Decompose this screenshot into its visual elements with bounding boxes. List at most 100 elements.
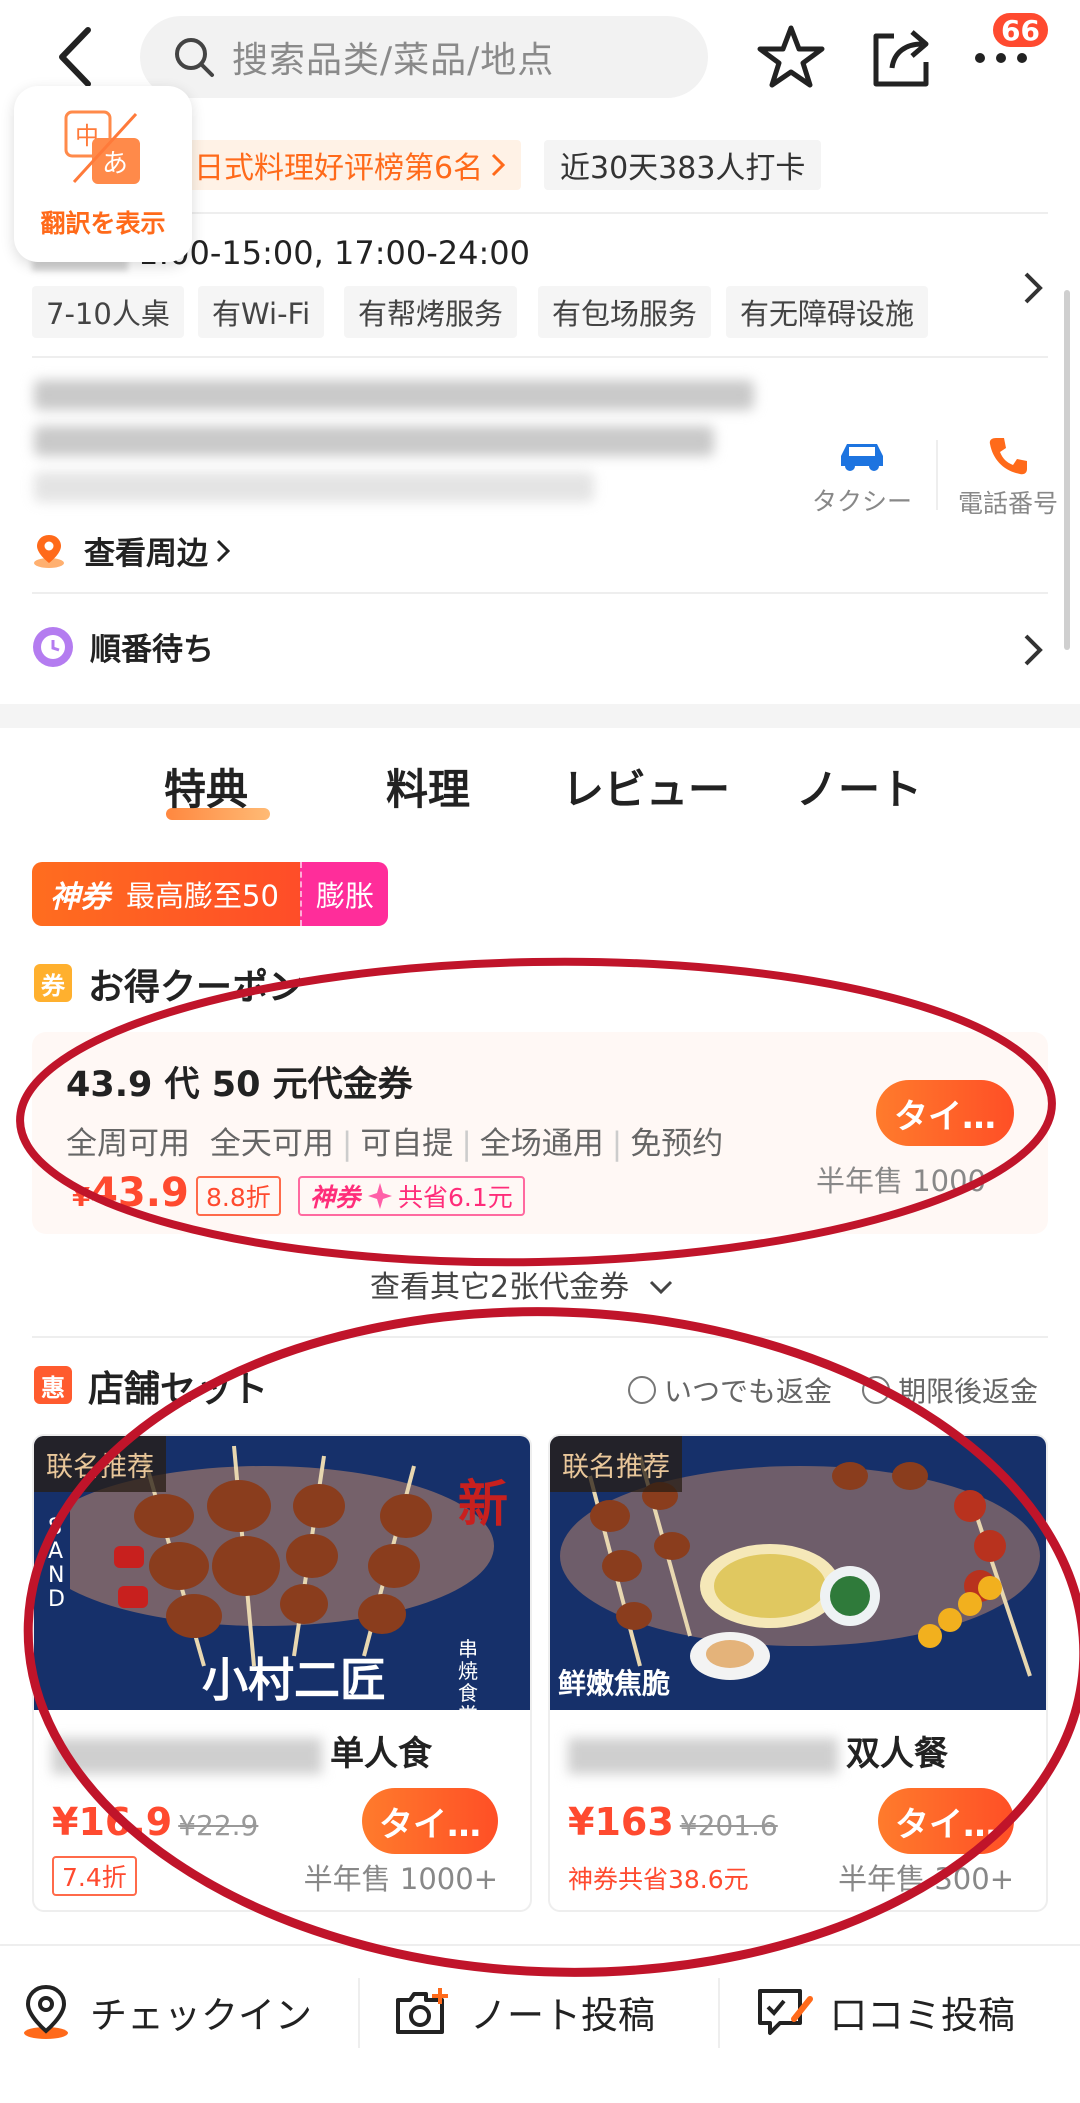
set-meal-image: S A N D 新 小村二匠 串焼食堂 联名推荐 — [34, 1436, 530, 1710]
coupon-save-text: 共省6.1元 — [398, 1183, 513, 1212]
coupon-price: ¥43.9 — [72, 1170, 189, 1216]
promo-max-text: 最高膨至50 — [126, 879, 279, 913]
refund-anytime: いつでも返金 — [628, 1370, 832, 1410]
coupon-sold-count: 半年售 1000 — [816, 1164, 987, 1198]
set-name-suffix: 双人餐 — [846, 1734, 948, 1774]
feature-tag: 有帮烤服务 — [344, 286, 518, 338]
hours-text: 1:00-15:00, 17:00-24:00 — [138, 234, 530, 272]
more-coupons-link[interactable]: 查看其它2张代金券 — [370, 1262, 675, 1306]
shenquan-promo-banner[interactable]: 神券 最高膨至50 — [32, 862, 300, 926]
back-arrow-icon[interactable] — [48, 22, 108, 92]
feature-tag: 有包场服务 — [538, 286, 712, 338]
feature-tag: 7-10人桌 — [32, 286, 184, 338]
tab-reviews[interactable]: レビュー — [562, 756, 730, 817]
set-original-price: ¥22.9 — [178, 1809, 259, 1842]
section-separator — [0, 704, 1080, 728]
tab-notes[interactable]: ノート — [796, 756, 922, 817]
tab-menu[interactable]: 料理 — [386, 756, 470, 817]
divider — [32, 1336, 1048, 1338]
phone-button[interactable]: 電話番号 — [948, 434, 1068, 520]
divider — [358, 1978, 360, 2048]
blurred-name — [568, 1737, 838, 1774]
queue-row[interactable]: 順番待ち — [32, 624, 214, 669]
translate-label: 翻訳を表示 — [40, 209, 166, 238]
blurred-address-line — [34, 472, 594, 502]
brand-art-subtext: 串焼食堂 — [458, 1637, 478, 1710]
checkin-button[interactable]: チェックイン — [20, 1972, 312, 2052]
scrollbar[interactable] — [1064, 290, 1070, 650]
set-buy-button[interactable]: タイ… — [878, 1788, 1014, 1854]
refund-expired: 期限後返金 — [862, 1370, 1038, 1410]
set-buy-button[interactable]: タイ… — [362, 1788, 498, 1854]
divider — [32, 592, 1048, 594]
translate-button[interactable]: 中 あ 翻訳を表示 — [14, 86, 192, 262]
collab-recommend-tag: 联名推荐 — [34, 1436, 166, 1492]
set-price: ¥163 ¥201.6 — [568, 1800, 778, 1844]
car-icon — [841, 444, 883, 471]
check-circle-icon — [628, 1376, 656, 1404]
check-circle-icon — [862, 1376, 890, 1404]
search-input[interactable]: 搜索品类/菜品/地点 — [140, 16, 708, 98]
set-meal-card[interactable]: S A N D 新 小村二匠 串焼食堂 联名推荐 单人食 ¥16.9¥22.9 … — [32, 1434, 532, 1912]
coupon-price-value: 43.9 — [90, 1170, 189, 1216]
checkin-label: チェックイン — [90, 1994, 312, 2037]
coupon-section-title: お得クーポン — [88, 967, 305, 1008]
search-placeholder: 搜索品类/菜品/地点 — [232, 40, 555, 81]
coupon-meta-item: 可自提 — [360, 1126, 454, 1162]
shenquan-brand: 神券 — [50, 880, 110, 915]
svg-text:あ: あ — [102, 149, 128, 179]
location-pin-icon — [24, 1984, 68, 2039]
new-mark: 新 — [458, 1475, 508, 1533]
brand-art-text: 鲜嫩焦脆 — [558, 1667, 671, 1700]
ranking-tag[interactable]: 日式料理好评榜第6名 — [180, 140, 522, 190]
set-meal-image: 鲜嫩焦脆 联名推荐 — [550, 1436, 1046, 1710]
nearby-label: 查看周边 — [84, 536, 208, 572]
set-price-value: ¥163 — [568, 1800, 674, 1844]
coupon-buy-button[interactable]: タイ… — [876, 1080, 1014, 1146]
feature-tag: 有Wi-Fi — [198, 286, 325, 338]
ranking-tag-label: 日式料理好评榜第6名 — [194, 151, 484, 186]
review-edit-icon — [758, 1989, 813, 2035]
set-original-price: ¥201.6 — [679, 1809, 778, 1842]
blurred-address-line — [34, 426, 714, 456]
expand-button[interactable]: 膨胀 — [300, 862, 388, 926]
set-discount-badge: 7.4折 — [52, 1856, 137, 1896]
divider — [32, 356, 1048, 358]
star-favorite-icon[interactable] — [756, 22, 826, 92]
set-price-value: ¥16.9 — [52, 1800, 173, 1844]
collab-recommend-tag: 联名推荐 — [550, 1436, 682, 1492]
nearby-link[interactable]: 查看周边 — [32, 528, 232, 573]
blurred-address-line — [34, 380, 754, 410]
set-savings-text: 神券共省38.6元 — [568, 1865, 749, 1894]
set-section-title: 店舗セット — [88, 1369, 269, 1410]
queue-chevron-right-icon[interactable] — [1018, 630, 1048, 670]
share-icon[interactable] — [866, 22, 936, 92]
set-meal-card[interactable]: 鲜嫩焦脆 联名推荐 双人餐 ¥163 ¥201.6 神券共省38.6元 タイ… 半… — [548, 1434, 1048, 1912]
taxi-button[interactable]: タクシー — [802, 436, 922, 518]
refund-anytime-label: いつでも返金 — [664, 1375, 833, 1408]
set-price: ¥16.9 ¥22.9 — [52, 1800, 258, 1844]
set-meal-name: 双人餐 — [568, 1726, 948, 1775]
camera-plus-icon — [396, 1988, 448, 2034]
post-note-label: ノート投稿 — [470, 1994, 655, 2037]
notification-badge: 66 — [990, 10, 1051, 50]
translate-icon: 中 あ — [64, 110, 140, 184]
chevron-right-icon — [216, 539, 231, 562]
set-sold-count: 半年售 300+ — [838, 1862, 1014, 1896]
tab-deals[interactable]: 特典 — [164, 756, 248, 817]
shenquan-brand: 神券 — [310, 1183, 361, 1212]
coupon-savings-badge: 神券 共省6.1元 — [298, 1176, 525, 1216]
chevron-down-icon — [649, 1280, 672, 1295]
coupon-title: 43.9 代 50 元代金券 — [66, 1065, 413, 1105]
more-coupons-label: 查看其它2张代金券 — [370, 1270, 630, 1305]
sparkle-icon — [368, 1183, 393, 1209]
hours-chevron-right-icon[interactable] — [1018, 268, 1048, 308]
coupon-usage-info: 全周可用 全天可用 | 可自提 | 全场通用 | 免预约 — [66, 1126, 724, 1162]
coupon-meta-item: 全周可用 — [66, 1126, 190, 1162]
clock-icon — [33, 626, 73, 667]
search-icon — [175, 38, 214, 77]
refund-expired-label: 期限後返金 — [898, 1375, 1039, 1408]
coupon-section-icon: 券 — [34, 964, 72, 1002]
post-review-button[interactable]: 口コミ投稿 — [756, 1972, 1015, 2052]
post-note-button[interactable]: ノート投稿 — [392, 1972, 655, 2052]
